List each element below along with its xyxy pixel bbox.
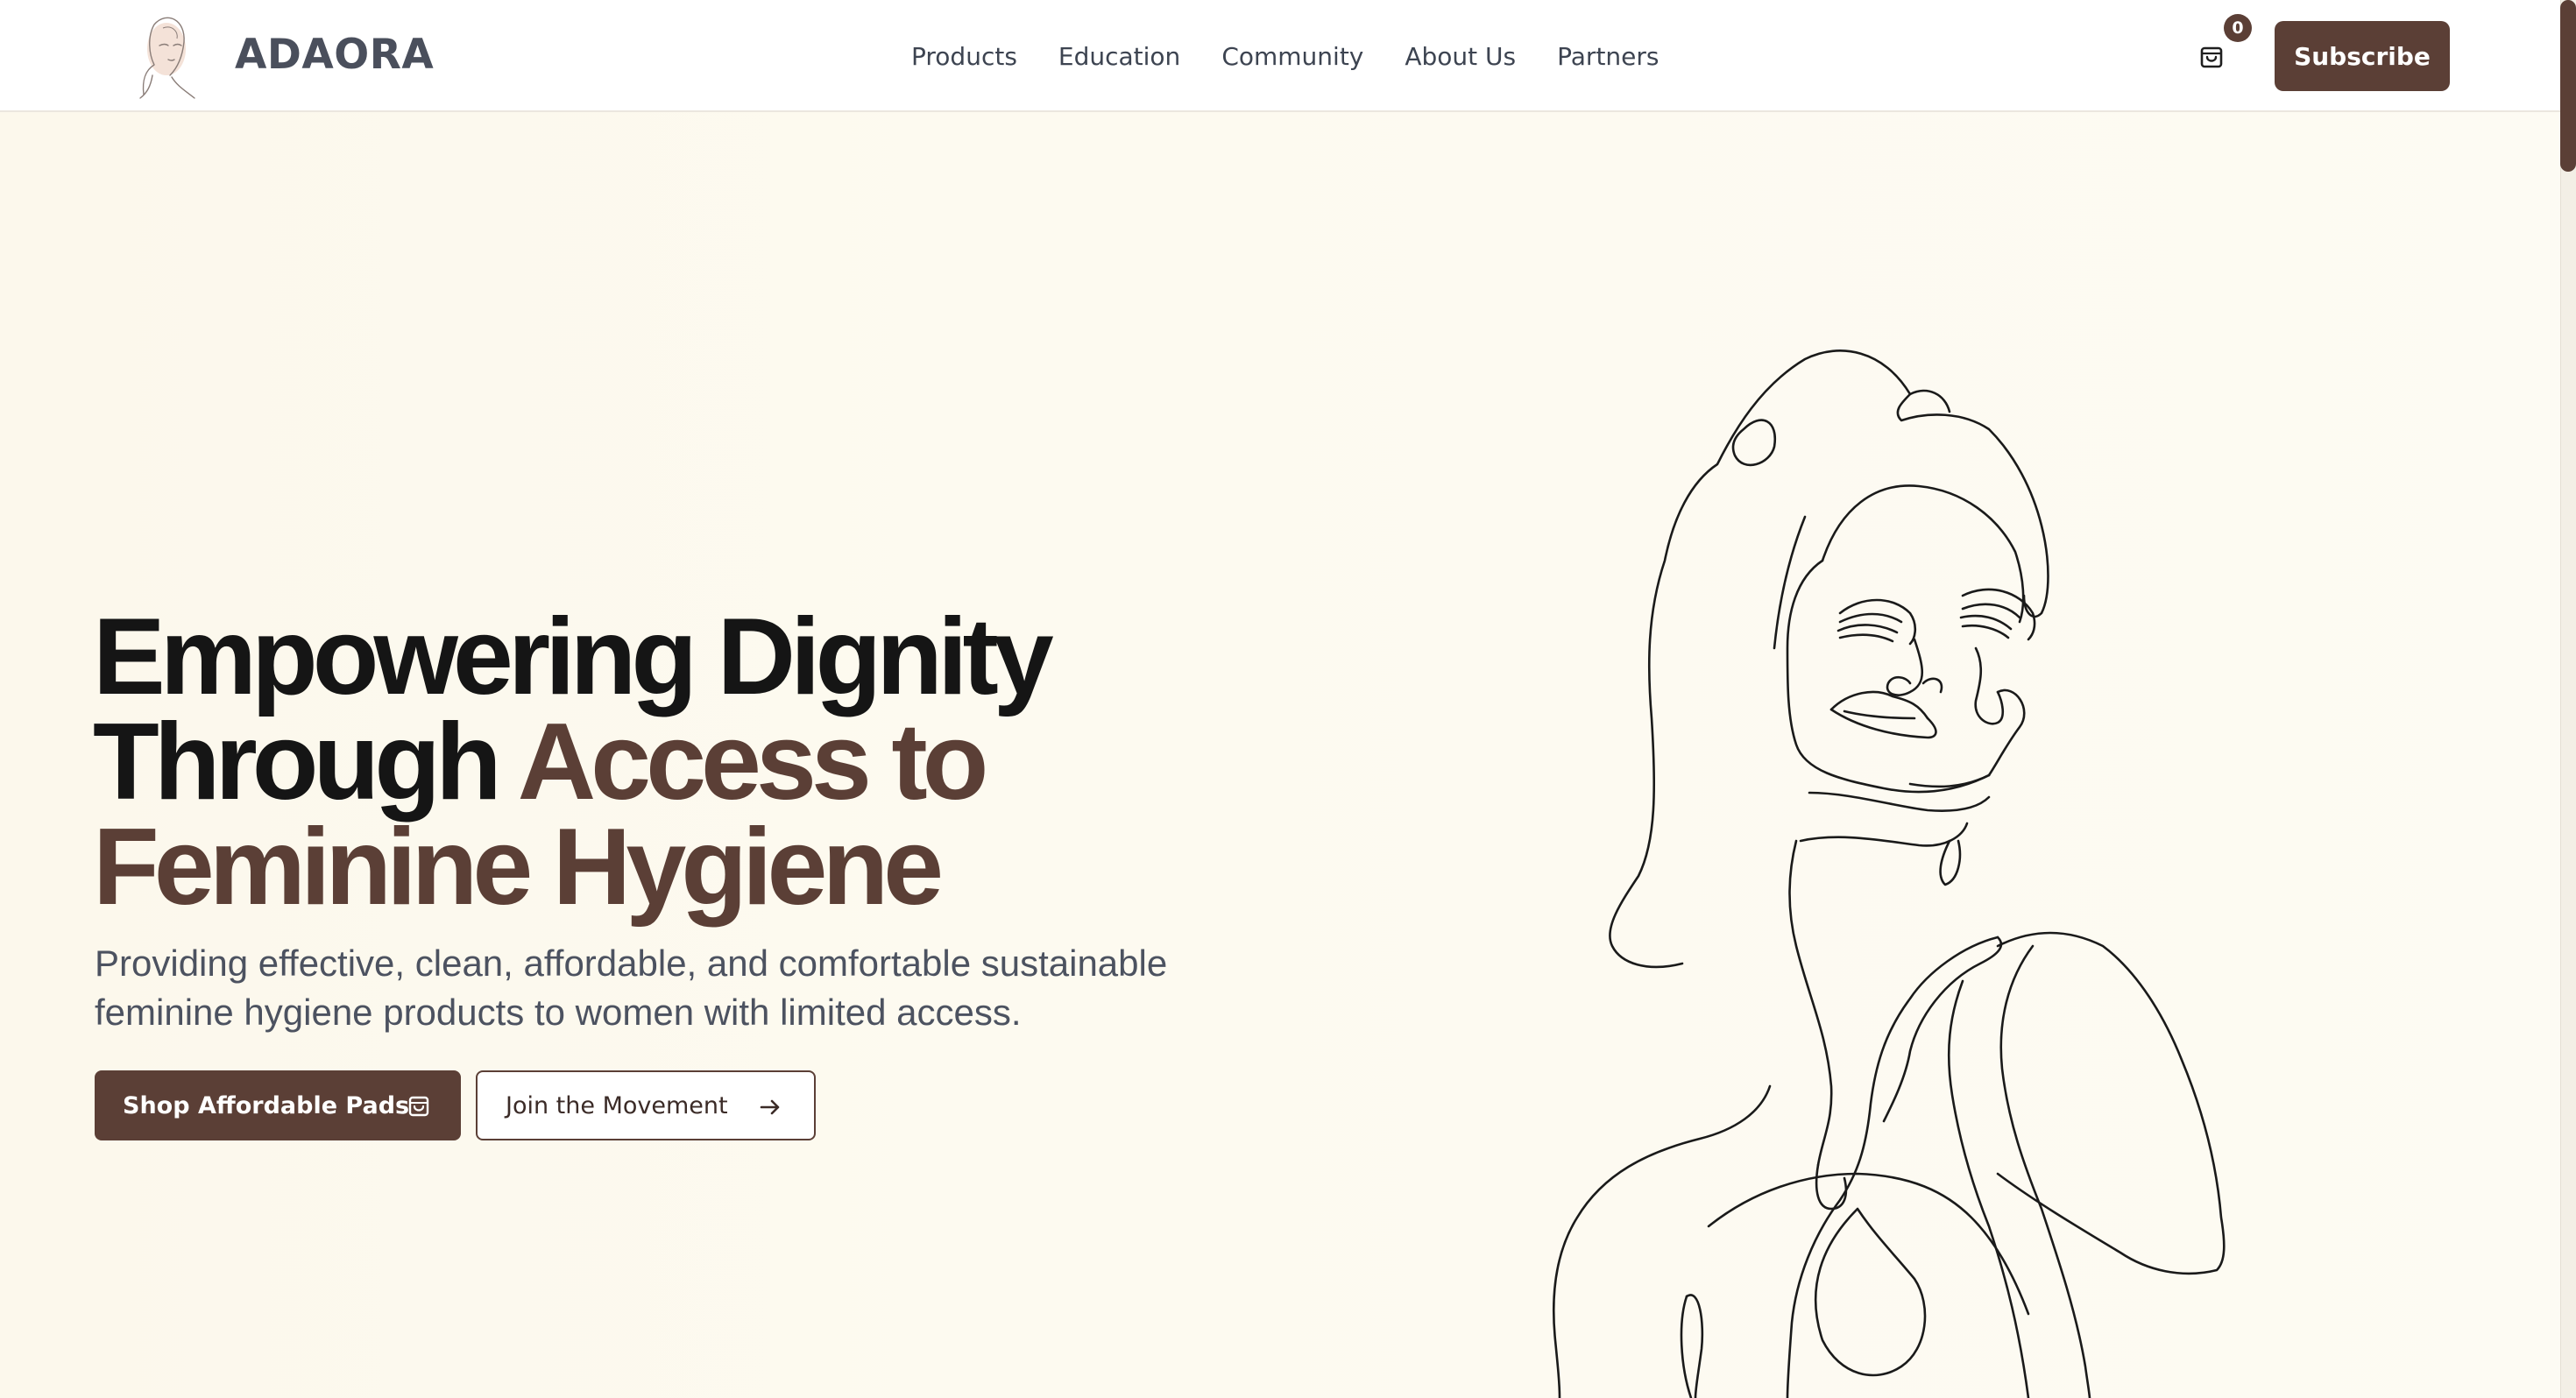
scrollbar-thumb[interactable]	[2560, 0, 2576, 172]
nav-item-education[interactable]: Education	[1058, 42, 1180, 71]
join-the-movement-button[interactable]: Join the Movement	[476, 1070, 816, 1140]
hero-subtext: Providing effective, clean, affordable, …	[95, 943, 1168, 1033]
headline-accent-1: Access to	[517, 702, 989, 823]
brand-name[interactable]: ADAORA	[235, 26, 434, 84]
join-button-label: Join the Movement	[506, 1091, 728, 1119]
nav-item-partners[interactable]: Partners	[1557, 42, 1659, 71]
nav-item-products[interactable]: Products	[911, 42, 1017, 71]
headline-line-2: Through	[93, 702, 518, 823]
page: ADAORA Products Education Community Abou…	[0, 0, 2576, 1398]
headline-accent-2: Feminine Hygiene	[93, 807, 944, 928]
subscribe-button[interactable]: Subscribe	[2275, 21, 2450, 91]
woman-line-art	[1552, 350, 2226, 1398]
nav-item-about-us[interactable]: About Us	[1405, 42, 1516, 71]
cart-count-badge: 0	[2224, 14, 2252, 42]
site-header: ADAORA Products Education Community Abou…	[0, 0, 2560, 112]
shop-affordable-pads-button[interactable]: Shop Affordable Pads	[95, 1070, 461, 1140]
woman-sketch-logo[interactable]	[128, 7, 200, 102]
headline-line-1: Empowering Dignity	[93, 597, 1054, 717]
shop-button-label: Shop Affordable Pads	[123, 1091, 410, 1119]
arrow-right-icon	[760, 1099, 780, 1115]
shopping-bag-icon[interactable]	[2190, 35, 2233, 77]
nav-item-community[interactable]: Community	[1221, 42, 1363, 71]
shopping-bag-icon	[408, 1096, 429, 1117]
hero-headline: Empowering Dignity Through Access to Fem…	[93, 603, 1054, 921]
scrollbar-track[interactable]	[2560, 0, 2576, 1398]
main-nav: Products Education Community About Us Pa…	[911, 32, 1660, 81]
